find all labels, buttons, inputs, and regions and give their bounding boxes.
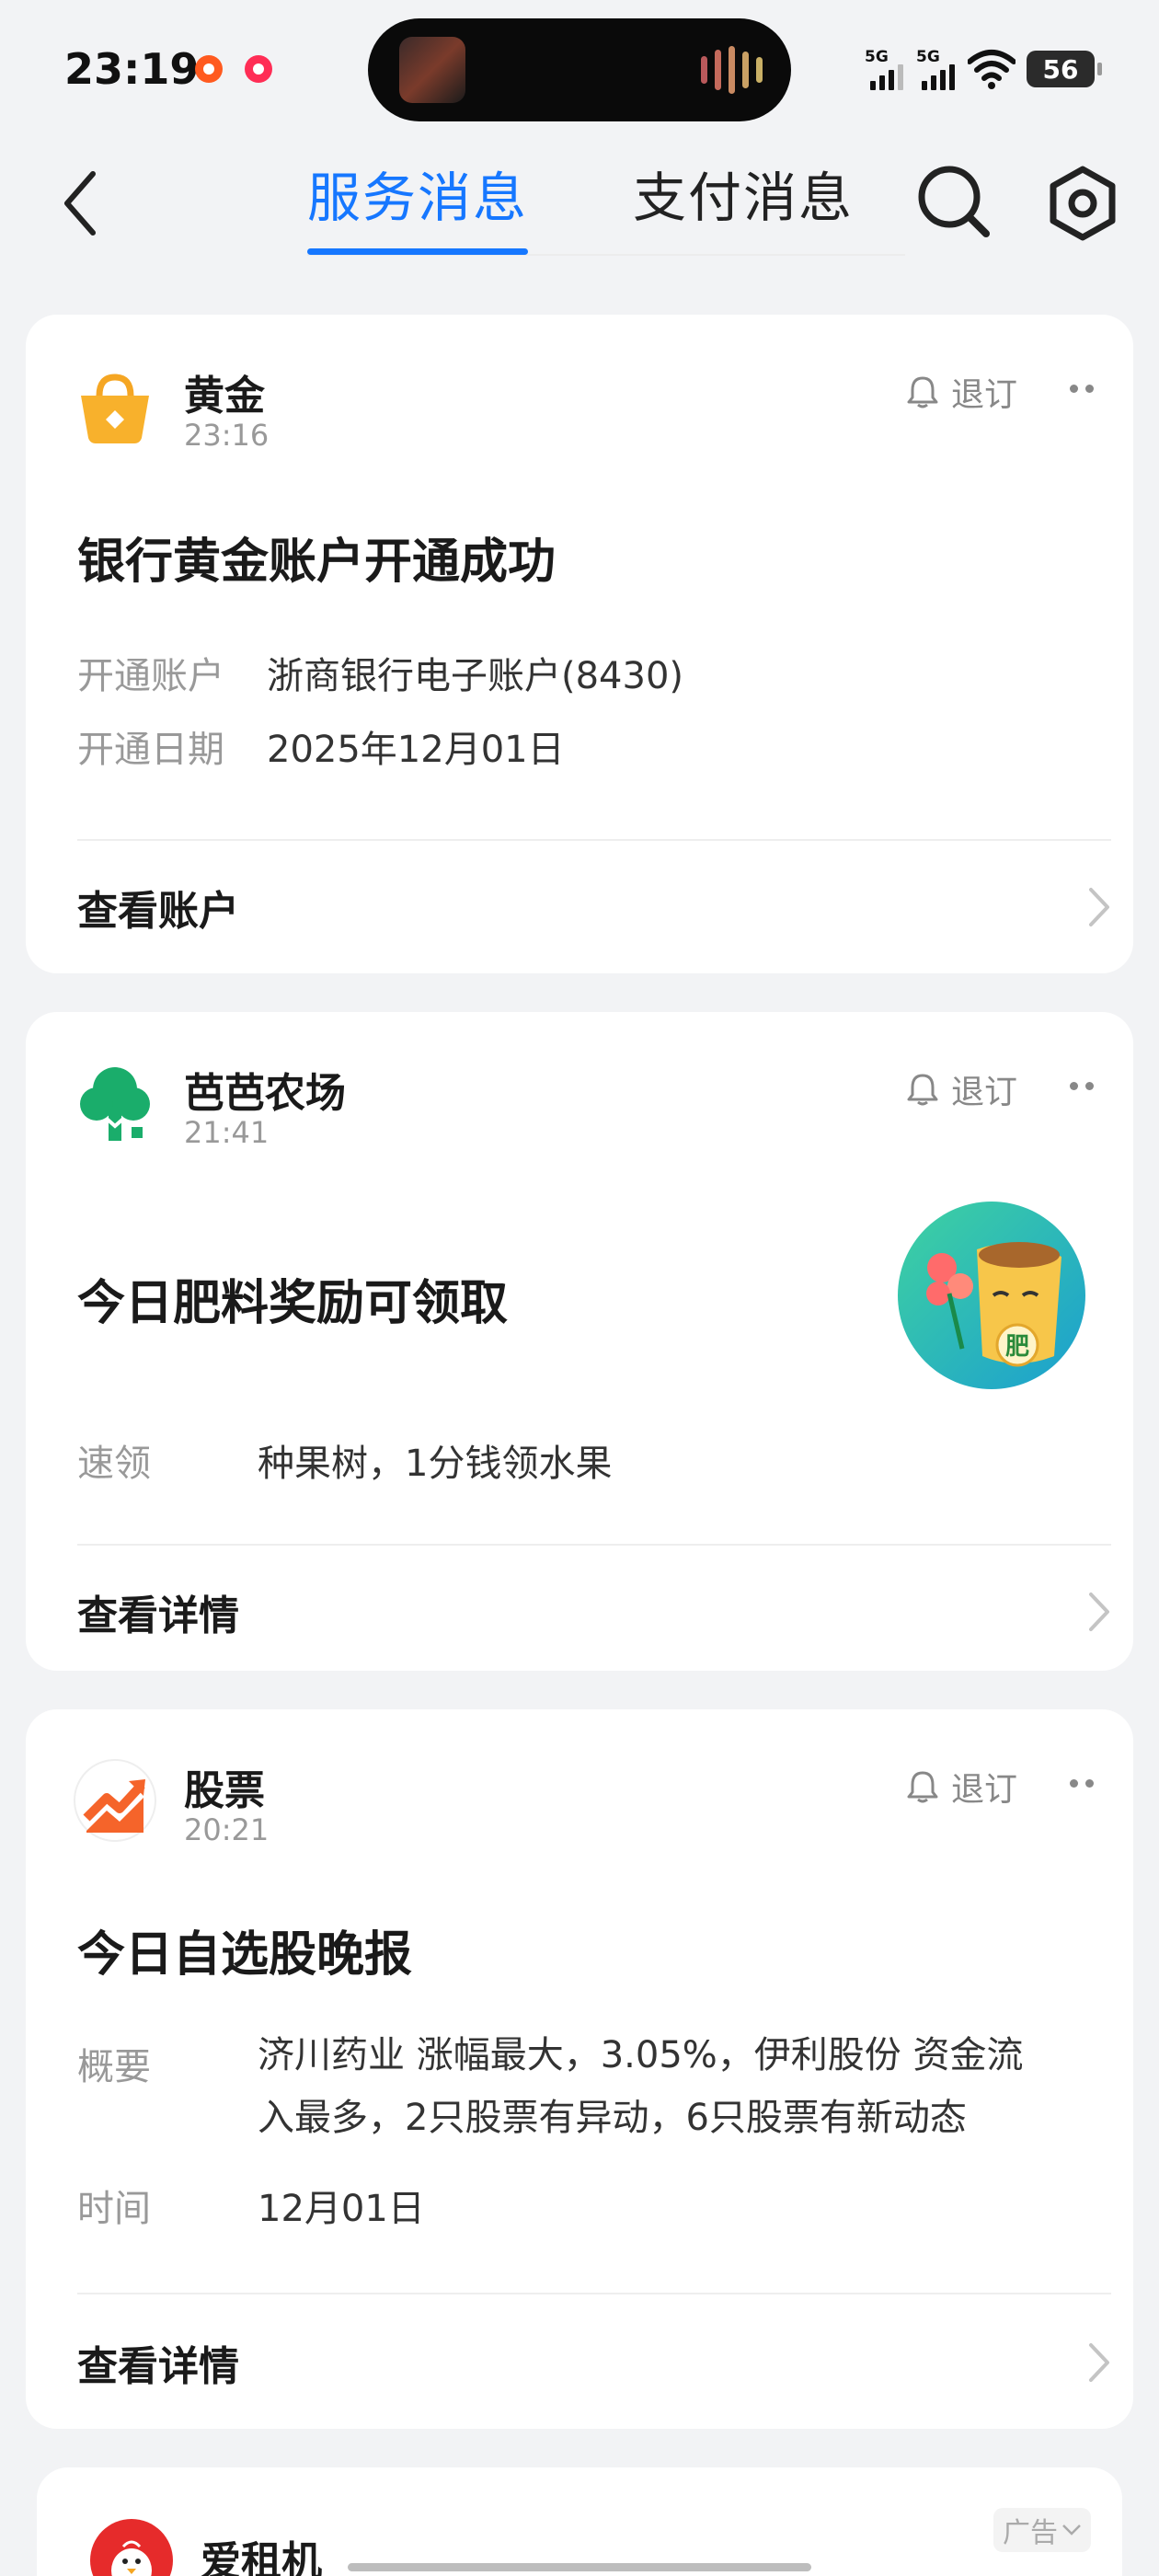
tree-icon: [80, 1067, 150, 1141]
notification-app-icon: [245, 55, 272, 83]
more-options-button[interactable]: [1054, 1772, 1109, 1794]
chevron-right-icon: [1089, 2343, 1109, 2382]
status-time: 23:19: [64, 44, 200, 94]
bell-icon: [907, 1771, 938, 1803]
notification-app-icon: [195, 55, 223, 83]
divider: [77, 2293, 1111, 2294]
divider: [77, 1544, 1111, 1546]
card-title: 银行黄金账户开通成功: [77, 535, 557, 590]
row-key: 开通日期: [77, 729, 224, 771]
row-key: 速领: [77, 1443, 151, 1485]
more-options-button[interactable]: [1054, 377, 1109, 399]
stock-trend-icon: [74, 1759, 156, 1842]
detail-row: 概要 济川药业 涨幅最大，3.05%，伊利股份 资金流 入最多，2只股票有异动，…: [77, 2034, 1024, 2149]
fertilizer-badge-text: 肥: [1005, 1333, 1029, 1361]
unsubscribe-label: 退订: [951, 1074, 1018, 1111]
detail-row: 速领 种果树，1分钱领水果: [77, 1433, 612, 1487]
message-time: 21:41: [184, 1115, 270, 1150]
message-card: 黄金 23:16 退订 银行黄金账户开通成功 开通账户 浙商银行电子账户(843…: [26, 315, 1133, 973]
detail-row: 时间 12月01日: [77, 2179, 425, 2232]
summary-line: 入最多，2只股票有异动，6只股票有新动态: [258, 2097, 967, 2139]
ad-badge[interactable]: 广告: [993, 2508, 1091, 2552]
card-title: 今日自选股晚报: [77, 1927, 413, 1983]
card-header: 黄金 23:16 退订: [74, 364, 1094, 456]
row-value: 12月01日: [258, 2188, 425, 2230]
view-account-button[interactable]: 查看账户: [77, 861, 1111, 953]
message-time: 23:16: [184, 418, 270, 453]
chevron-left-icon: [64, 171, 96, 236]
message-card: 股票 20:21 退订 今日自选股晚报 概要 济川药业 涨幅最大，3.05%，伊…: [26, 1709, 1133, 2429]
action-label: 查看账户: [77, 888, 239, 935]
action-label: 查看详情: [77, 2343, 239, 2390]
row-value: 2025年12月01日: [267, 729, 565, 771]
row-value: 济川药业 涨幅最大，3.05%，伊利股份 资金流 入最多，2只股票有异动，6只股…: [258, 2024, 1024, 2149]
unsubscribe-button[interactable]: 退订: [907, 368, 1017, 416]
source-name: 股票: [184, 1767, 265, 1814]
card-header: 芭芭农场 21:41 退订: [74, 1062, 1094, 1154]
ad-card[interactable]: 爱租机 广告: [37, 2467, 1122, 2576]
media-artwork-icon: [399, 37, 465, 103]
ad-label: 广告: [1003, 2517, 1058, 2549]
signal-icon: 5G: [916, 48, 957, 90]
search-button[interactable]: [912, 160, 995, 243]
tab-payment-messages[interactable]: 支付消息: [633, 155, 854, 232]
row-key: 概要: [77, 2046, 151, 2088]
unsubscribe-button[interactable]: 退订: [907, 1763, 1017, 1811]
source-name: 爱租机: [201, 2538, 322, 2576]
home-indicator[interactable]: [348, 2563, 811, 2571]
status-bar: 23:19 5G 5G 56: [0, 0, 1159, 138]
gold-shopping-bag-icon: [81, 374, 149, 443]
detail-row: 开通日期 2025年12月01日: [77, 719, 565, 773]
signal-icon: 5G: [865, 48, 905, 90]
audio-wave-icon: [701, 46, 763, 94]
back-button[interactable]: [48, 162, 112, 245]
card-header: 股票 20:21 退订: [74, 1759, 1094, 1851]
top-nav: 服务消息 支付消息: [0, 138, 1159, 267]
chevron-down-icon: [1062, 2524, 1081, 2536]
chevron-right-icon: [1089, 888, 1109, 926]
more-options-button[interactable]: [1054, 1075, 1109, 1097]
source-name: 黄金: [184, 373, 265, 420]
wifi-icon: [968, 50, 1016, 89]
row-value: 种果树，1分钱领水果: [258, 1443, 613, 1485]
settings-button[interactable]: [1041, 162, 1124, 245]
row-value: 浙商银行电子账户(8430): [267, 655, 684, 697]
unsubscribe-label: 退订: [951, 1771, 1018, 1809]
chevron-right-icon: [1089, 1593, 1109, 1631]
message-time: 20:21: [184, 1812, 270, 1847]
fertilizer-thumbnail[interactable]: 肥: [898, 1202, 1085, 1389]
message-card: 芭芭农场 21:41 退订 今日肥料奖励可领取 肥 速领 种果树，1分钱领水果 …: [26, 1012, 1133, 1671]
source-name: 芭芭农场: [184, 1070, 346, 1117]
tab-service-messages[interactable]: 服务消息: [307, 155, 528, 232]
summary-line: 济川药业 涨幅最大，3.05%，伊利股份 资金流: [258, 2034, 1024, 2076]
battery-icon: 56: [1027, 51, 1102, 87]
active-tab-indicator: [307, 248, 528, 255]
detail-row: 开通账户 浙商银行电子账户(8430): [77, 646, 683, 699]
card-title: 今日肥料奖励可领取: [77, 1276, 509, 1331]
status-indicators: 5G 5G 56: [865, 48, 1102, 90]
gear-icon: [1050, 166, 1116, 241]
unsubscribe-label: 退订: [951, 376, 1018, 414]
action-label: 查看详情: [77, 1593, 239, 1639]
divider: [77, 839, 1111, 841]
bell-icon: [907, 376, 938, 408]
view-details-button[interactable]: 查看详情: [77, 1566, 1111, 1658]
search-icon: [918, 166, 990, 237]
chick-avatar-icon: [90, 2519, 173, 2576]
row-key: 时间: [77, 2188, 151, 2230]
view-details-button[interactable]: 查看详情: [77, 2317, 1111, 2409]
dynamic-island[interactable]: [368, 18, 791, 121]
unsubscribe-button[interactable]: 退订: [907, 1065, 1017, 1113]
bell-icon: [907, 1074, 938, 1106]
row-key: 开通账户: [77, 655, 224, 697]
